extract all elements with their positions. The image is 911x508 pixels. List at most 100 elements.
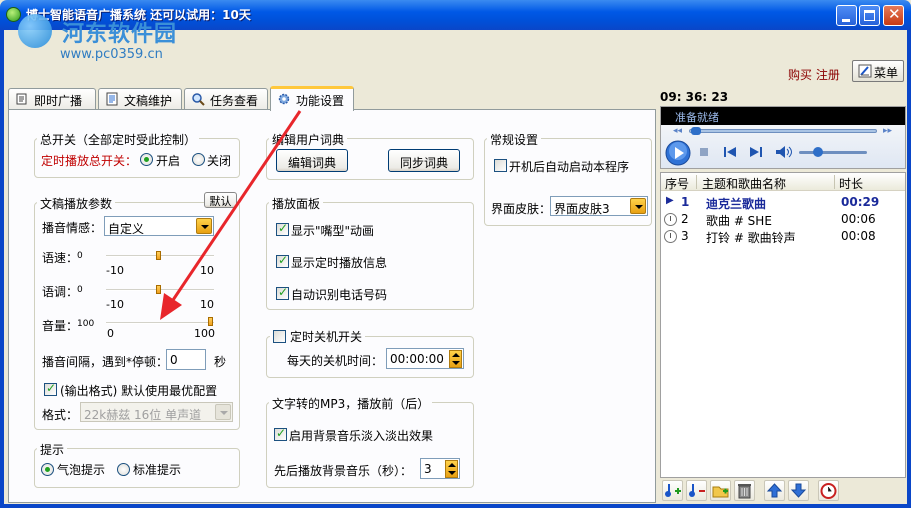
play-icon[interactable] <box>665 140 691 166</box>
playlist-toolbar <box>660 479 906 503</box>
speed-slider-thumb[interactable] <box>156 251 161 260</box>
menu-icon <box>858 64 872 78</box>
master-switch-on-label: 开启 <box>156 154 181 168</box>
spinner-icon[interactable] <box>445 460 458 478</box>
interval-unit: 秒 <box>214 355 227 369</box>
seek-bar[interactable] <box>689 129 877 133</box>
volume-min: 0 <box>107 327 114 340</box>
row-duration: 00:08 <box>841 229 876 243</box>
remove-item-button[interactable] <box>686 480 707 501</box>
pitch-label: 语调： <box>42 285 79 299</box>
column-header-title[interactable]: 主题和歌曲名称 <box>702 175 786 192</box>
autostart-checkbox[interactable] <box>494 159 507 172</box>
pitch-slider-thumb[interactable] <box>156 285 161 294</box>
previous-icon[interactable] <box>723 146 737 158</box>
skin-select[interactable]: 界面皮肤3 <box>550 196 648 216</box>
tab-task-view[interactable]: 任务查看 <box>184 88 268 110</box>
playlist-row[interactable]: 2 歌曲 # SHE 00:06 <box>661 211 905 228</box>
master-switch-title: 总开关（全部定时受此控制） <box>37 131 200 148</box>
add-item-button[interactable] <box>662 480 683 501</box>
hint-bubble-radio[interactable] <box>41 463 54 476</box>
autostart-label: 开机后自动启动本程序 <box>509 160 630 174</box>
player-volume-track[interactable] <box>799 151 867 154</box>
show-mouth-animation-checkbox[interactable] <box>276 221 289 236</box>
show-mouth-animation-label: 显示"嘴型"动画 <box>291 224 375 238</box>
column-header-duration[interactable]: 时长 <box>839 175 863 192</box>
tab-doc-maintenance[interactable]: 文稿维护 <box>98 88 182 110</box>
column-separator[interactable] <box>834 175 835 189</box>
hint-standard-radio[interactable] <box>117 463 130 476</box>
bg-music-seconds-label: 先后播放背景音乐（秒）： <box>274 464 413 478</box>
forward-mini-icon[interactable]: ▸▸ <box>883 126 892 136</box>
clock-icon <box>664 230 677 243</box>
row-duration: 00:06 <box>841 212 876 226</box>
stop-icon[interactable] <box>699 147 709 157</box>
playlist-row[interactable]: ▶ 1 迪克兰歌曲 00:29 <box>661 194 905 211</box>
spinner-icon[interactable] <box>449 350 462 368</box>
media-player: 准备就绪 ◂◂ ▸▸ <box>660 106 906 169</box>
trash-icon <box>738 484 751 499</box>
watermark-logo <box>18 14 52 48</box>
menu-button[interactable]: 菜单 <box>852 60 904 82</box>
bg-fade-checkbox[interactable] <box>274 426 287 441</box>
magnifier-icon <box>192 93 205 106</box>
output-format-label: (输出格式) 默认使用最优配置 <box>60 384 218 398</box>
clock-display: 09: 36: 23 <box>660 90 729 104</box>
row-duration: 00:29 <box>841 195 880 209</box>
add-folder-button[interactable] <box>710 480 731 501</box>
schedule-button[interactable] <box>818 480 839 501</box>
chevron-down-icon <box>196 218 212 234</box>
volume-label: 音量： <box>42 319 79 333</box>
row-title: 打铃 # 歌曲铃声 <box>706 231 796 245</box>
close-button[interactable]: ✕ <box>883 5 904 26</box>
seek-thumb[interactable] <box>691 127 701 135</box>
row-index: 3 <box>681 229 689 243</box>
tab-label: 即时广播 <box>34 94 83 108</box>
shutdown-checkbox[interactable] <box>273 330 286 343</box>
master-switch-off-label: 关闭 <box>207 154 232 168</box>
volume-value: 100 <box>77 319 95 329</box>
delete-button[interactable] <box>734 480 755 501</box>
minimize-button[interactable] <box>836 5 857 26</box>
tab-instant-broadcast[interactable]: 即时广播 <box>8 88 96 110</box>
default-button[interactable]: 默认 <box>204 192 237 208</box>
auto-detect-phone-label: 自动识别电话号码 <box>291 288 388 302</box>
tab-label: 功能设置 <box>296 94 345 108</box>
show-schedule-info-checkbox[interactable] <box>276 253 289 268</box>
row-index: 2 <box>681 212 689 226</box>
playlist-row[interactable]: 3 打铃 # 歌曲铃声 00:08 <box>661 228 905 245</box>
tab-function-settings[interactable]: 功能设置 <box>270 86 354 111</box>
master-switch-off-radio[interactable] <box>192 153 205 166</box>
add-note-icon <box>665 484 681 497</box>
edit-dict-button[interactable]: 编辑词典 <box>276 149 348 172</box>
speed-value: 0 <box>77 251 83 261</box>
rewind-mini-icon[interactable]: ◂◂ <box>673 126 682 136</box>
master-switch-on-radio[interactable] <box>140 153 153 166</box>
maximize-button[interactable] <box>859 5 880 26</box>
close-icon: ✕ <box>888 5 901 23</box>
bg-music-seconds-input[interactable]: 3 <box>420 458 460 479</box>
sync-dict-button[interactable]: 同步词典 <box>388 149 460 172</box>
volume-slider-thumb[interactable] <box>208 317 213 326</box>
shutdown-time-input[interactable]: 00:00:00 <box>386 348 464 369</box>
pitch-max: 10 <box>200 298 214 311</box>
shutdown-time-label: 每天的关机时间： <box>287 354 384 368</box>
interval-value: 0 <box>170 353 178 367</box>
column-header-index[interactable]: 序号 <box>665 175 689 192</box>
next-icon[interactable] <box>749 146 763 158</box>
interval-input[interactable]: 0 <box>166 349 206 370</box>
output-format-checkbox[interactable] <box>44 381 57 396</box>
buy-register-link[interactable]: 购买 注册 <box>788 66 840 83</box>
move-down-button[interactable] <box>788 480 809 501</box>
row-title: 歌曲 # SHE <box>706 214 772 228</box>
gear-icon <box>278 93 290 105</box>
move-up-button[interactable] <box>764 480 785 501</box>
volume-icon[interactable] <box>775 145 793 159</box>
emotion-label: 播音情感： <box>42 221 103 235</box>
show-schedule-info-label: 显示定时播放信息 <box>291 256 388 270</box>
column-separator[interactable] <box>696 175 697 189</box>
auto-detect-phone-checkbox[interactable] <box>276 285 289 300</box>
arrow-up-icon <box>766 483 783 498</box>
player-volume-thumb[interactable] <box>813 147 823 157</box>
emotion-select[interactable]: 自定义 <box>104 216 214 236</box>
